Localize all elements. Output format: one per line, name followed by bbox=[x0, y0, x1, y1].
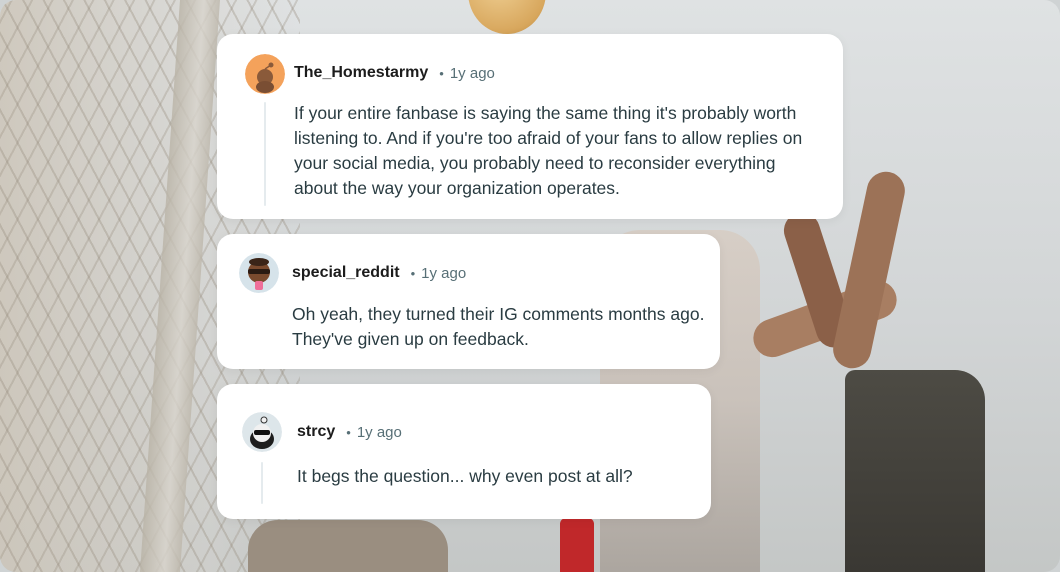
comment-body: If your entire fanbase is saying the sam… bbox=[294, 103, 803, 198]
screenshot-frame: The_Homestarmy • 1y ago If your entire f… bbox=[0, 0, 1060, 572]
snoo-avatar-icon bbox=[242, 412, 282, 452]
comment-card: strcy • 1y ago It begs the question... w… bbox=[217, 384, 711, 519]
comment-card: special_reddit • 1y ago Oh yeah, they tu… bbox=[217, 234, 720, 369]
thread-line[interactable] bbox=[264, 102, 266, 206]
username[interactable]: strcy bbox=[297, 423, 335, 441]
avatar[interactable] bbox=[245, 54, 285, 94]
timestamp[interactable]: 1y ago bbox=[357, 424, 402, 441]
comment-meta: strcy • 1y ago bbox=[297, 423, 402, 441]
background-basketball bbox=[468, 0, 546, 34]
thread-line[interactable] bbox=[261, 462, 263, 504]
username[interactable]: The_Homestarmy bbox=[294, 64, 428, 82]
avatar[interactable] bbox=[239, 253, 279, 293]
timestamp[interactable]: 1y ago bbox=[450, 65, 495, 82]
username[interactable]: special_reddit bbox=[292, 264, 400, 282]
comment-body: It begs the question... why even post at… bbox=[297, 466, 633, 486]
comment-card: The_Homestarmy • 1y ago If your entire f… bbox=[217, 34, 843, 219]
background-player bbox=[248, 520, 448, 572]
snoo-avatar-icon bbox=[239, 253, 279, 293]
comment-body: Oh yeah, they turned their IG comments m… bbox=[292, 304, 705, 349]
background-player-shorts bbox=[845, 370, 985, 572]
comment-meta: The_Homestarmy • 1y ago bbox=[294, 64, 495, 82]
timestamp[interactable]: 1y ago bbox=[421, 265, 466, 282]
snoo-avatar-icon bbox=[245, 54, 285, 94]
avatar[interactable] bbox=[242, 412, 282, 452]
meta-separator: • bbox=[439, 65, 444, 81]
meta-separator: • bbox=[410, 265, 416, 281]
background-red-jersey bbox=[560, 518, 594, 572]
comment-meta: special_reddit • 1y ago bbox=[292, 264, 466, 282]
meta-separator: • bbox=[346, 424, 351, 440]
